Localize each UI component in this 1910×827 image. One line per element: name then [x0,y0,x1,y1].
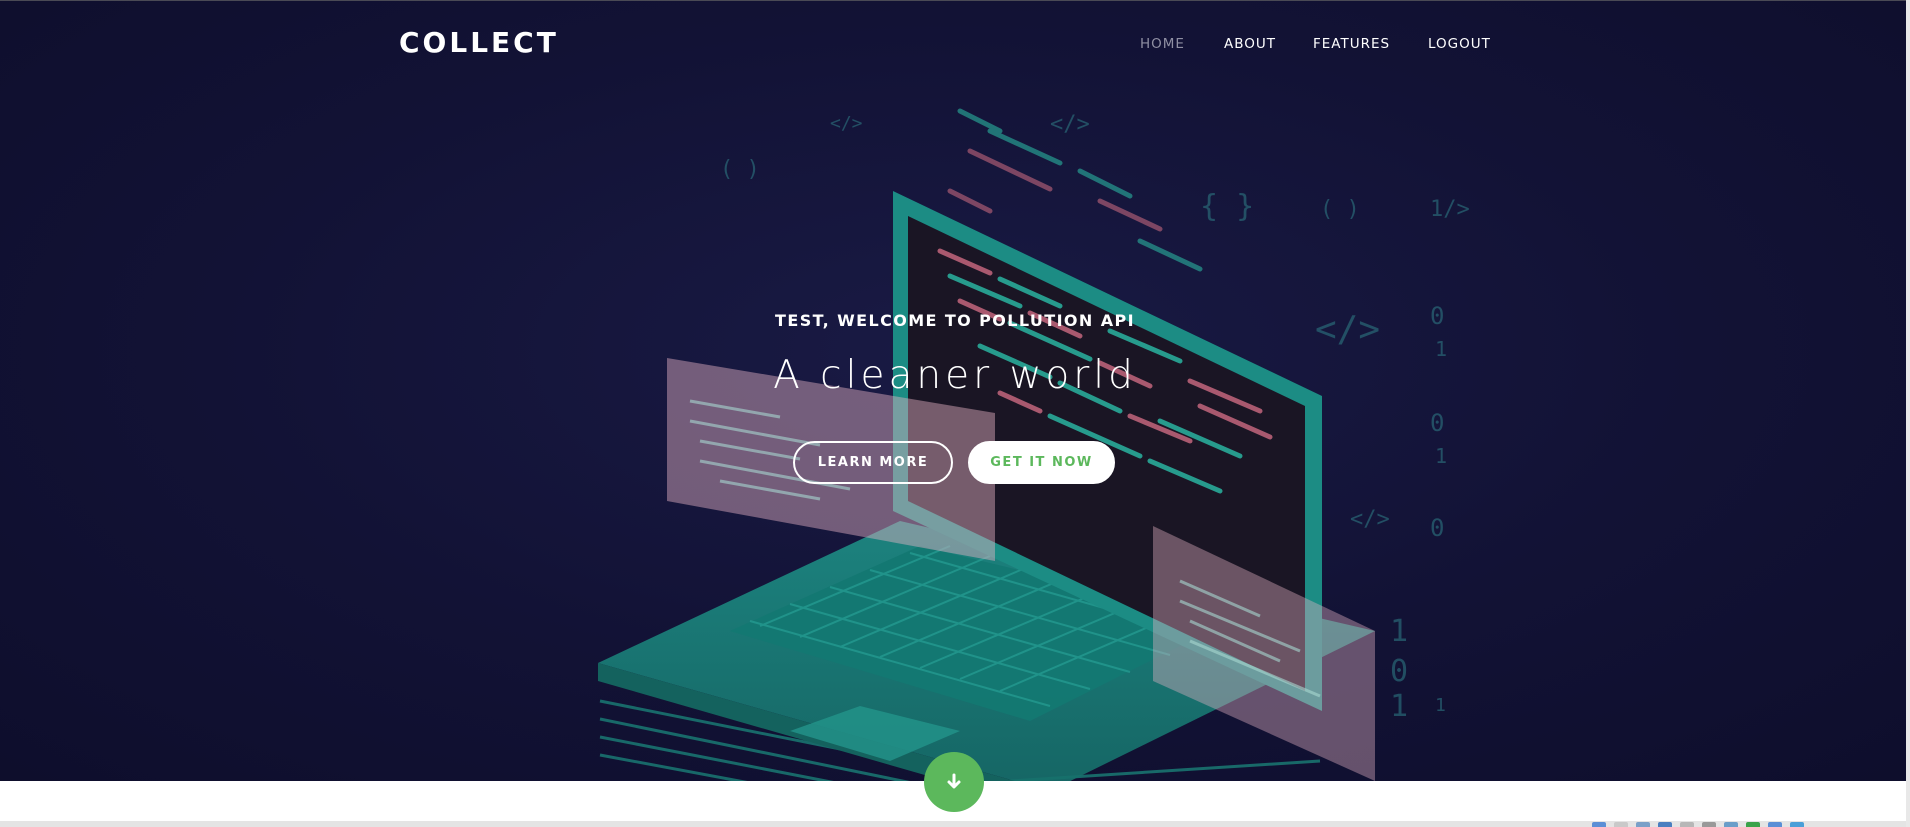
learn-more-button[interactable]: LEARN MORE [793,441,953,484]
scrollbar-track[interactable] [1906,0,1910,827]
tray-app-icon[interactable] [1680,822,1694,827]
tray-app-icon[interactable] [1724,822,1738,827]
hero-subtitle: TEST, WELCOME TO POLLUTION API [775,311,1135,330]
tray-app-icon[interactable] [1702,822,1716,827]
hero-section: </> ( ) { } ( ) 1/> </> 0 1 0 1 0 </> 1 … [0,0,1910,781]
hero-content: TEST, WELCOME TO POLLUTION API A cleaner… [0,1,1910,781]
tray-app-icon[interactable] [1592,822,1606,827]
tray-app-icon[interactable] [1746,822,1760,827]
scroll-down-button[interactable] [924,752,984,812]
tray-app-icon[interactable] [1768,822,1782,827]
taskbar-tray [1592,821,1842,827]
tray-app-icon[interactable] [1790,822,1804,827]
hero-title: A cleaner world [773,353,1137,398]
arrow-down-icon [947,773,961,789]
tray-app-icon[interactable] [1658,822,1672,827]
get-it-now-button[interactable]: GET IT NOW [968,441,1115,484]
page: </> ( ) { } ( ) 1/> </> 0 1 0 1 0 </> 1 … [0,0,1910,827]
tray-app-icon[interactable] [1636,822,1650,827]
tray-app-icon[interactable] [1614,822,1628,827]
